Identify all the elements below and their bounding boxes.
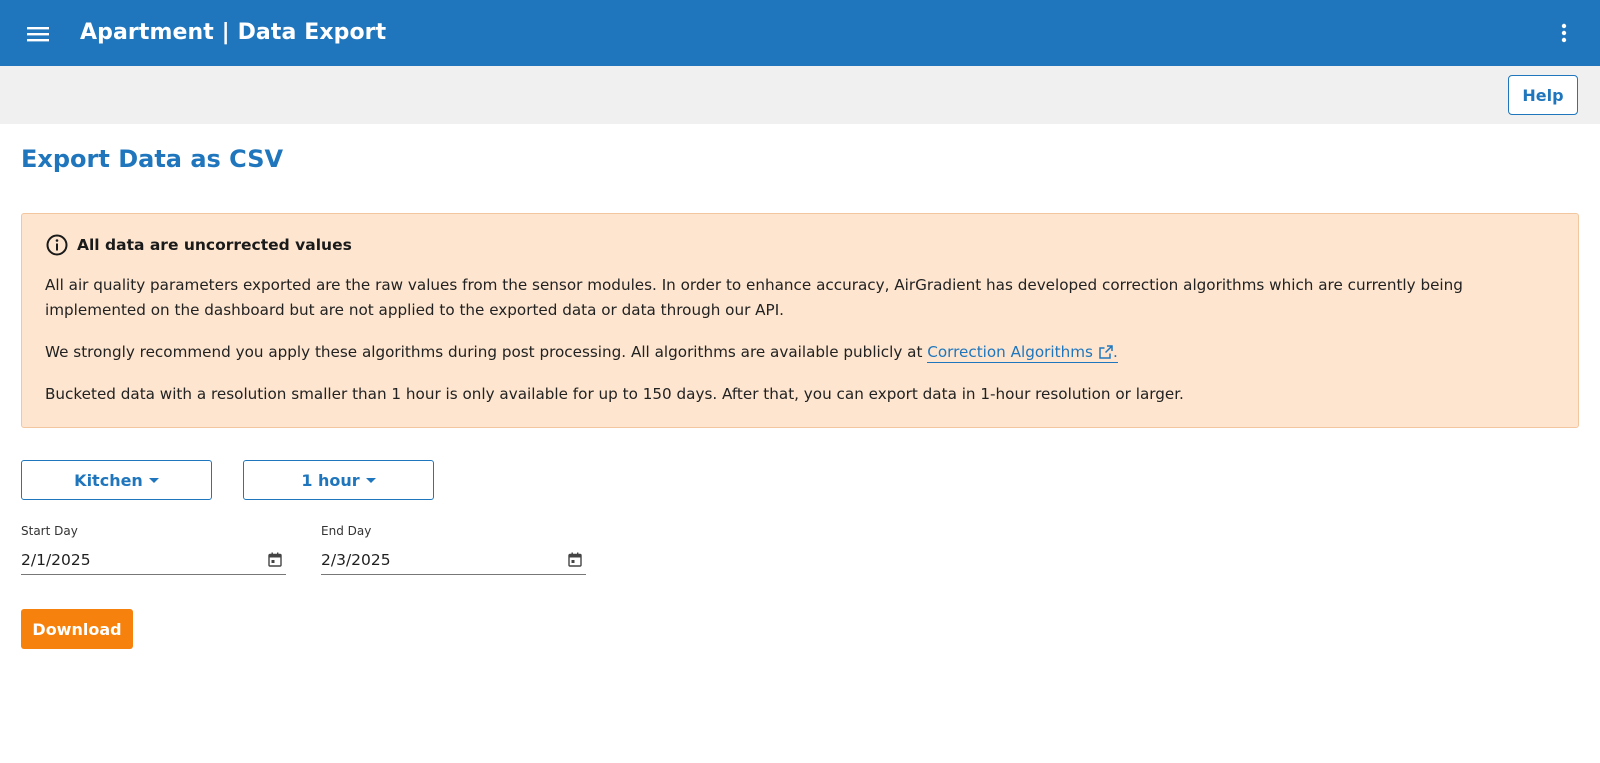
more-vertical-icon[interactable] bbox=[1550, 19, 1578, 47]
link-suffix: . bbox=[1112, 343, 1118, 361]
start-day-input[interactable]: 2/1/2025 bbox=[21, 545, 286, 575]
app-title: Apartment | Data Export bbox=[80, 20, 387, 45]
notice-paragraph-bucketed: Bucketed data with a resolution smaller … bbox=[45, 385, 1184, 403]
location-dropdown[interactable]: Kitchen bbox=[21, 460, 212, 500]
info-icon bbox=[45, 233, 69, 257]
resolution-dropdown-value: 1 hour bbox=[301, 470, 360, 490]
correction-algorithms-link-label: Correction Algorithms bbox=[927, 343, 1093, 361]
end-day-input[interactable]: 2/3/2025 bbox=[321, 545, 586, 575]
correction-algorithms-link[interactable]: Correction Algorithms. bbox=[927, 342, 1118, 363]
location-dropdown-value: Kitchen bbox=[74, 470, 143, 490]
page-title: Export Data as CSV bbox=[21, 145, 284, 173]
caret-down-icon bbox=[148, 477, 159, 483]
end-day-value: 2/3/2025 bbox=[321, 550, 391, 569]
start-day-label: Start Day bbox=[21, 524, 78, 538]
help-button[interactable]: Help bbox=[1508, 75, 1578, 115]
start-day-value: 2/1/2025 bbox=[21, 550, 91, 569]
notice-paragraph-raw-values: All air quality parameters exported are … bbox=[45, 276, 1463, 319]
app-bar: Apartment | Data Export bbox=[0, 0, 1600, 66]
hamburger-menu-icon[interactable] bbox=[22, 21, 54, 47]
notice-paragraph-recommendation: We strongly recommend you apply these al… bbox=[45, 340, 1555, 365]
external-link-icon bbox=[1099, 345, 1113, 359]
uncorrected-data-notice: All data are uncorrected values All air … bbox=[21, 213, 1579, 428]
calendar-icon[interactable] bbox=[568, 552, 582, 567]
notice-title: All data are uncorrected values bbox=[77, 235, 352, 254]
download-button[interactable]: Download bbox=[21, 609, 133, 649]
toolbar: Help bbox=[0, 66, 1600, 124]
caret-down-icon bbox=[365, 477, 376, 483]
calendar-icon[interactable] bbox=[268, 552, 282, 567]
end-day-label: End Day bbox=[321, 524, 372, 538]
resolution-dropdown[interactable]: 1 hour bbox=[243, 460, 434, 500]
recommendation-text: We strongly recommend you apply these al… bbox=[45, 343, 928, 361]
